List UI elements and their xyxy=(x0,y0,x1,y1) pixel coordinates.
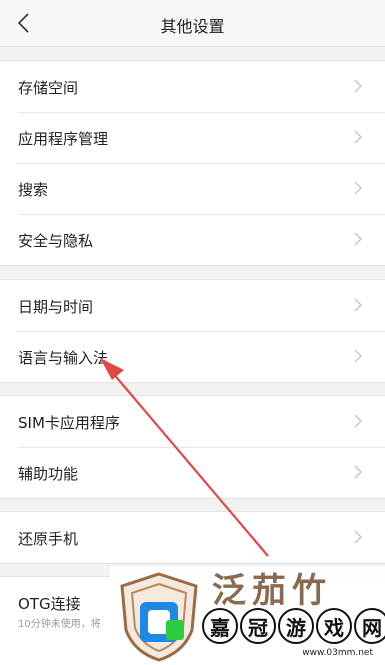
page-title: 其他设置 xyxy=(160,17,225,36)
settings-item-language-input[interactable]: 语言与输入法 xyxy=(0,331,385,382)
settings-item-search[interactable]: 搜索 xyxy=(0,163,385,214)
svg-text:泛茄竹: 泛茄竹 xyxy=(212,571,332,606)
shield-logo-icon xyxy=(120,572,198,662)
watermark-char: 嘉 xyxy=(202,608,238,644)
watermark-url: www.03mm.net xyxy=(302,648,373,658)
watermark-logo-text: 泛茄竹 xyxy=(212,571,332,606)
chevron-right-icon xyxy=(354,414,362,428)
settings-item-label: 搜索 xyxy=(18,181,49,199)
watermark-characters: 嘉 冠 游 戏 网 xyxy=(202,608,385,644)
chevron-right-icon xyxy=(354,298,362,312)
settings-group-sim: SIM卡应用程序 辅助功能 xyxy=(0,395,385,499)
settings-group-datetime: 日期与时间 语言与输入法 xyxy=(0,279,385,383)
watermark-char: 戏 xyxy=(316,608,352,644)
chevron-right-icon xyxy=(354,181,362,195)
settings-group-storage: 存储空间 应用程序管理 搜索 安全与隐私 xyxy=(0,60,385,266)
settings-group-reset: 还原手机 xyxy=(0,511,385,564)
chevron-right-icon xyxy=(354,530,362,544)
settings-item-reset-phone[interactable]: 还原手机 xyxy=(0,512,385,563)
chevron-right-icon xyxy=(354,465,362,479)
watermark-char: 冠 xyxy=(240,608,276,644)
settings-item-label: 辅助功能 xyxy=(18,465,79,483)
settings-item-label: SIM卡应用程序 xyxy=(18,414,120,432)
settings-item-label: 还原手机 xyxy=(18,530,79,548)
settings-item-security-privacy[interactable]: 安全与隐私 xyxy=(0,214,385,265)
settings-item-label: 日期与时间 xyxy=(18,298,94,316)
settings-item-app-management[interactable]: 应用程序管理 xyxy=(0,112,385,163)
watermark-char: 游 xyxy=(278,608,314,644)
settings-item-label: 存储空间 xyxy=(18,79,79,97)
settings-item-date-time[interactable]: 日期与时间 xyxy=(0,280,385,331)
watermark-char: 网 xyxy=(354,608,385,644)
settings-item-label: 安全与隐私 xyxy=(18,232,94,250)
chevron-right-icon xyxy=(354,130,362,144)
top-bar: 其他设置 xyxy=(0,0,385,47)
chevron-right-icon xyxy=(354,79,362,93)
settings-item-label: 语言与输入法 xyxy=(18,349,109,367)
watermark: 泛茄竹 嘉 冠 游 戏 网 www.03mm.net xyxy=(110,566,385,664)
settings-item-storage[interactable]: 存储空间 xyxy=(0,61,385,112)
chevron-right-icon xyxy=(354,349,362,363)
settings-item-sim-apps[interactable]: SIM卡应用程序 xyxy=(0,396,385,447)
settings-item-label: 应用程序管理 xyxy=(18,130,109,148)
settings-item-label: OTG连接 xyxy=(18,595,81,613)
settings-item-subtitle: 10分钟未使用，将 xyxy=(18,619,101,630)
settings-item-accessibility[interactable]: 辅助功能 xyxy=(0,447,385,498)
chevron-right-icon xyxy=(354,232,362,246)
